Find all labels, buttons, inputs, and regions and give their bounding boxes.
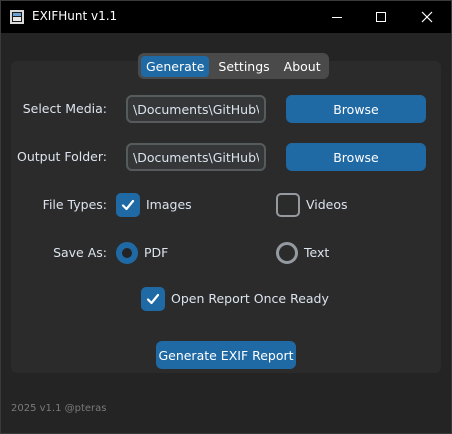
- pdf-radio[interactable]: [116, 242, 138, 264]
- minimize-button[interactable]: [314, 1, 360, 33]
- window-title: EXIFHunt v1.1: [32, 9, 118, 23]
- minimize-icon: [332, 16, 342, 18]
- checkmark-icon: [146, 293, 160, 305]
- output-folder-label: Output Folder:: [16, 149, 107, 164]
- app-window: EXIFHunt v1.1 Generate Settings About Se…: [0, 0, 452, 434]
- close-button[interactable]: [404, 1, 450, 33]
- checkmark-icon: [121, 199, 135, 211]
- tab-generate[interactable]: Generate: [141, 55, 210, 77]
- browse-output-button[interactable]: Browse: [286, 143, 426, 171]
- tab-bar: Generate Settings About: [138, 53, 329, 79]
- pdf-option-label: PDF: [144, 245, 169, 260]
- tab-settings[interactable]: Settings: [213, 56, 274, 77]
- maximize-icon: [376, 12, 386, 22]
- select-media-input[interactable]: [126, 95, 266, 123]
- videos-checkbox[interactable]: [276, 193, 300, 217]
- generate-report-button[interactable]: Generate EXIF Report: [156, 341, 296, 369]
- videos-option-label: Videos: [306, 197, 348, 212]
- open-report-checkbox[interactable]: [141, 287, 165, 311]
- title-bar[interactable]: EXIFHunt v1.1: [1, 1, 451, 33]
- footer-version: 2025 v1.1 @pteras: [11, 403, 107, 414]
- maximize-button[interactable]: [358, 1, 404, 33]
- images-checkbox[interactable]: [116, 193, 140, 217]
- browse-media-button[interactable]: Browse: [286, 95, 426, 123]
- select-media-label: Select Media:: [22, 101, 107, 116]
- app-icon: [10, 10, 24, 24]
- tab-about[interactable]: About: [279, 56, 326, 77]
- output-folder-input[interactable]: [126, 143, 266, 171]
- file-types-label: File Types:: [42, 197, 107, 212]
- save-as-label: Save As:: [53, 245, 107, 260]
- close-icon: [421, 11, 433, 23]
- open-report-label: Open Report Once Ready: [171, 291, 329, 306]
- images-option-label: Images: [146, 197, 192, 212]
- text-radio[interactable]: [276, 242, 298, 264]
- text-option-label: Text: [304, 245, 330, 260]
